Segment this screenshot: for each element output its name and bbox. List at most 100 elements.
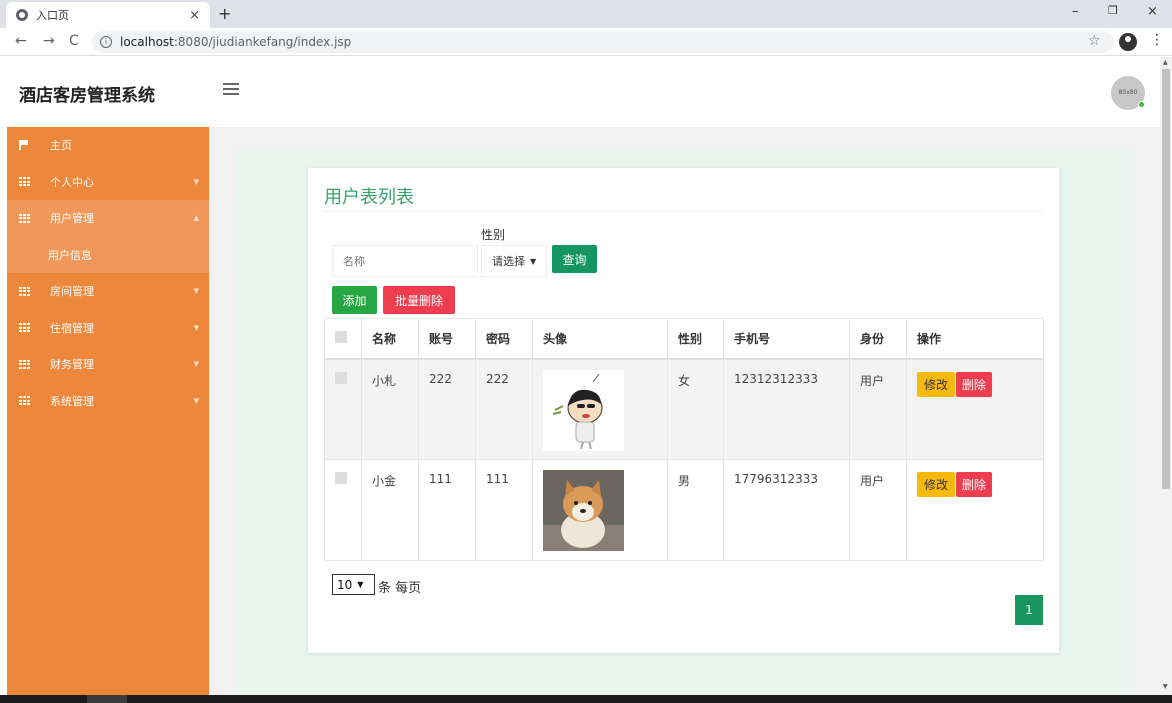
reload-icon[interactable]: C — [69, 33, 79, 49]
chevron-down-icon: ▼ — [193, 396, 199, 405]
row-checkbox-cell — [324, 358, 362, 460]
header-gender: 性别 — [667, 318, 724, 360]
header-account: 账号 — [418, 318, 476, 360]
cell-gender: 女 — [667, 358, 724, 460]
tab-close-icon[interactable]: × — [189, 8, 200, 23]
sidebar-item-system-management[interactable]: 系统管理 ▼ — [7, 383, 209, 420]
gender-select-value: 请选择 — [492, 255, 525, 268]
chevron-down-icon: ▼ — [193, 360, 199, 369]
app-header: 酒店客房管理系统 80x80 — [0, 57, 1160, 127]
sidebar-subitem-label: 用户信息 — [48, 248, 92, 262]
address-bar: ← → C i localhost:8080/jiudiankefang/ind… — [0, 28, 1172, 56]
row-checkbox-cell — [324, 459, 362, 561]
page-1-button[interactable]: 1 — [1015, 595, 1043, 625]
browser-tab[interactable]: 入口页 × — [6, 2, 210, 28]
title-divider — [324, 211, 1043, 212]
row-checkbox[interactable] — [335, 371, 347, 384]
bookmark-star-icon[interactable]: ☆ — [1088, 33, 1101, 49]
url-input[interactable]: i localhost:8080/jiudiankefang/index.jsp — [92, 31, 1114, 53]
table-row: 小札 222 222 女 12312312333 用户 修改 删除 — [324, 358, 1044, 460]
sidebar-subitem-user-info[interactable]: 用户信息 — [7, 236, 209, 273]
sidebar-item-lodging-management[interactable]: 住宿管理 ▼ — [7, 310, 209, 347]
header-role: 身份 — [849, 318, 907, 360]
page-scrollbar[interactable]: ▲ ▼ — [1160, 57, 1172, 695]
sidebar-item-label: 系统管理 — [50, 394, 94, 408]
gender-label: 性别 — [481, 228, 506, 242]
browser-tab-bar: 入口页 × + – ❐ × — [0, 0, 1172, 28]
header-password: 密码 — [475, 318, 533, 360]
chevron-down-icon: ▼ — [193, 323, 199, 332]
restore-icon[interactable]: ❐ — [1108, 4, 1118, 17]
cell-avatar — [532, 459, 668, 561]
shiba-dog-image — [543, 470, 624, 551]
flag-icon — [19, 140, 28, 151]
sidebar-item-room-management[interactable]: 房间管理 ▼ — [7, 273, 209, 310]
cartoon-boy-image — [543, 369, 624, 451]
edit-button[interactable]: 修改 — [917, 371, 956, 397]
sidebar-item-personal-center[interactable]: 个人中心 ▼ — [7, 164, 209, 201]
window-close-icon[interactable]: × — [1147, 4, 1158, 19]
chevron-down-icon: ▼ — [357, 580, 364, 589]
sidebar: 主页 个人中心 ▼ 用户管理 ▲ 用户信息 房间管理 ▼ 住宿管理 ▼ 财务管理… — [7, 127, 209, 695]
url-host: localhost — [120, 35, 174, 49]
sidebar-item-user-management[interactable]: 用户管理 ▲ — [7, 200, 209, 237]
page-title: 用户表列表 — [324, 187, 414, 208]
account-icon[interactable] — [1119, 33, 1137, 51]
sidebar-item-label: 财务管理 — [50, 358, 94, 372]
page-size-value: 10 — [337, 577, 353, 592]
back-icon[interactable]: ← — [15, 33, 27, 49]
sidebar-item-label: 用户管理 — [50, 212, 94, 226]
edit-button[interactable]: 修改 — [917, 472, 956, 497]
sidebar-item-finance-management[interactable]: 财务管理 ▼ — [7, 346, 209, 383]
user-table: 名称 账号 密码 头像 性别 手机号 身份 操作 小札 222 222 女 12… — [324, 318, 1044, 561]
select-all-checkbox[interactable] — [335, 330, 347, 343]
taskbar-item[interactable] — [87, 695, 127, 703]
info-icon[interactable]: i — [100, 36, 112, 48]
chevron-down-icon: ▼ — [193, 177, 199, 186]
cell-phone: 12312312333 — [723, 358, 850, 460]
name-search-input[interactable] — [332, 245, 478, 277]
page-size-label: 条 每页 — [378, 581, 422, 596]
avatar-text: 80x80 — [1118, 89, 1138, 96]
sidebar-item-label: 住宿管理 — [50, 321, 94, 335]
delete-button[interactable]: 删除 — [955, 371, 992, 397]
new-tab-icon[interactable]: + — [218, 4, 231, 23]
scrollbar-thumb[interactable] — [1162, 69, 1170, 489]
app-title: 酒店客房管理系统 — [19, 86, 155, 106]
cell-gender: 男 — [667, 459, 724, 561]
cell-actions: 修改 删除 — [906, 358, 1044, 460]
query-button[interactable]: 查询 — [552, 245, 597, 273]
grid-icon — [19, 323, 30, 333]
avatar[interactable]: 80x80 — [1111, 76, 1145, 110]
delete-button[interactable]: 删除 — [955, 472, 992, 497]
forward-icon[interactable]: → — [43, 33, 55, 49]
hamburger-menu-icon[interactable] — [223, 83, 239, 95]
header-phone: 手机号 — [723, 318, 850, 360]
grid-icon — [19, 177, 30, 187]
chevron-down-icon: ▼ — [193, 287, 199, 296]
browser-menu-icon[interactable]: ⋮ — [1150, 32, 1164, 48]
cell-name: 小金 — [361, 459, 419, 561]
scroll-down-icon[interactable]: ▼ — [1163, 683, 1168, 690]
header-actions: 操作 — [906, 318, 1044, 360]
cell-password: 111 — [475, 459, 533, 561]
table-header-row: 名称 账号 密码 头像 性别 手机号 身份 操作 — [324, 318, 1044, 360]
add-button[interactable]: 添加 — [332, 286, 377, 314]
sidebar-item-home[interactable]: 主页 — [7, 127, 209, 164]
globe-icon — [16, 9, 28, 21]
row-checkbox[interactable] — [335, 472, 347, 484]
table-row: 小金 111 111 男 17796312333 用户 修改 删除 — [324, 459, 1044, 561]
header-name: 名称 — [361, 318, 419, 360]
cell-name: 小札 — [361, 358, 419, 460]
batch-delete-button[interactable]: 批量删除 — [383, 286, 455, 314]
page-size-select[interactable]: 10 ▼ — [332, 574, 375, 595]
sidebar-item-label: 房间管理 — [50, 285, 94, 299]
grid-icon — [19, 396, 30, 406]
grid-icon — [19, 286, 30, 296]
minimize-icon[interactable]: – — [1072, 4, 1079, 19]
cell-actions: 修改 删除 — [906, 459, 1044, 561]
scroll-up-icon[interactable]: ▲ — [1163, 59, 1168, 66]
chevron-down-icon: ▼ — [530, 256, 537, 266]
os-taskbar — [0, 695, 1172, 703]
gender-select[interactable]: 请选择 ▼ — [481, 245, 547, 277]
